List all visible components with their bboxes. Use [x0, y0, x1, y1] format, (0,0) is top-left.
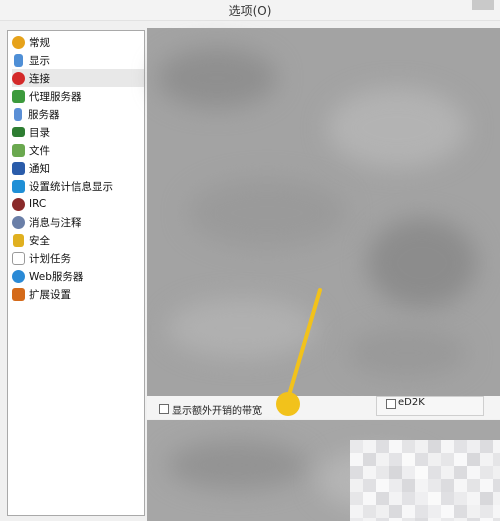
- sidebar-item-server[interactable]: 服务器: [12, 105, 144, 123]
- ed2k-label: eD2K: [398, 397, 425, 408]
- close-button[interactable]: [472, 0, 494, 10]
- server-icon: [14, 107, 22, 121]
- sidebar-item-notifications[interactable]: 通知: [12, 159, 144, 177]
- pixelated-overlay: [350, 440, 500, 521]
- bandwidth-overhead-checkbox[interactable]: [159, 404, 169, 414]
- window-title: 选项(O): [228, 4, 272, 18]
- sidebar-item-label: 通知: [29, 162, 50, 175]
- sidebar-item-label: 消息与注释: [29, 216, 82, 229]
- sidebar-item-display[interactable]: 显示: [12, 51, 144, 69]
- options-sidebar: 常规 显示 连接 代理服务器 服务器 目录 文件 通知 设置统计信息显示 IRC…: [7, 30, 145, 516]
- sidebar-item-proxy[interactable]: 代理服务器: [12, 87, 144, 105]
- sidebar-item-label: 常规: [29, 36, 50, 49]
- lock-icon: [13, 233, 24, 247]
- title-bar: 选项(O): [0, 0, 500, 21]
- sidebar-item-label: 代理服务器: [29, 90, 82, 103]
- sidebar-item-web-server[interactable]: Web服务器: [12, 267, 144, 285]
- sidebar-item-label: Web服务器: [29, 270, 84, 283]
- sidebar-item-security[interactable]: 安全: [12, 231, 144, 249]
- gear-icon: [12, 35, 25, 49]
- messages-icon: [12, 215, 25, 229]
- sidebar-item-messages[interactable]: 消息与注释: [12, 213, 144, 231]
- sidebar-item-label: 显示: [29, 54, 50, 67]
- sidebar-item-files[interactable]: 文件: [12, 141, 144, 159]
- display-icon: [14, 53, 23, 67]
- connection-icon: [12, 71, 25, 85]
- sidebar-item-statistics[interactable]: 设置统计信息显示: [12, 177, 144, 195]
- sidebar-item-label: 计划任务: [29, 252, 71, 265]
- sidebar-item-label: 目录: [29, 126, 50, 139]
- irc-icon: [12, 197, 25, 211]
- web-icon: [12, 269, 25, 283]
- file-icon: [12, 143, 25, 157]
- extension-icon: [12, 287, 25, 301]
- folder-icon: [12, 127, 25, 137]
- sidebar-item-irc[interactable]: IRC: [12, 195, 144, 213]
- statistics-icon: [12, 179, 25, 193]
- sidebar-item-extended[interactable]: 扩展设置: [12, 285, 144, 303]
- sidebar-item-label: 文件: [29, 144, 50, 157]
- schedule-icon: [12, 251, 25, 265]
- settings-panel-blurred: [147, 28, 500, 396]
- sidebar-item-general[interactable]: 常规: [12, 33, 144, 51]
- sidebar-item-label: 扩展设置: [29, 288, 71, 301]
- proxy-icon: [12, 89, 25, 103]
- notification-icon: [12, 161, 25, 175]
- sidebar-item-label: 安全: [29, 234, 50, 247]
- sidebar-item-label: IRC: [29, 198, 47, 210]
- sidebar-item-label: 连接: [29, 72, 50, 85]
- sidebar-item-label: 设置统计信息显示: [29, 180, 113, 193]
- sidebar-item-label: 服务器: [28, 108, 60, 121]
- sidebar-item-directory[interactable]: 目录: [12, 123, 144, 141]
- sidebar-item-scheduler[interactable]: 计划任务: [12, 249, 144, 267]
- sidebar-item-connection[interactable]: 连接: [12, 69, 144, 87]
- bandwidth-overhead-label: 显示额外开销的带宽: [172, 406, 262, 417]
- ed2k-checkbox[interactable]: [386, 399, 396, 409]
